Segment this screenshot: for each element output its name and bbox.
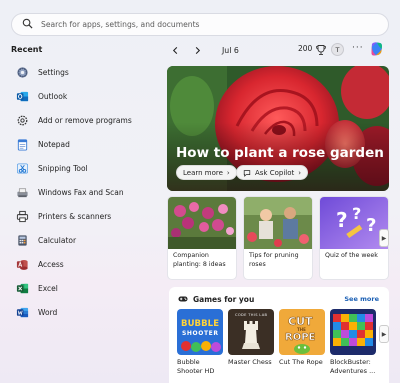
next-day-button[interactable]	[190, 43, 204, 57]
svg-text:ROPE: ROPE	[285, 332, 316, 343]
previous-day-button[interactable]	[168, 43, 182, 57]
recent-item-label: Printers & scanners	[38, 211, 112, 221]
notepad-icon	[16, 138, 29, 151]
search-icon	[22, 18, 33, 31]
card-caption: Quiz of the week	[325, 252, 378, 259]
scissors-icon	[16, 162, 29, 175]
chevron-right-icon: ›	[226, 168, 230, 177]
recent-item-label: Windows Fax and Scan	[38, 187, 124, 197]
recent-item-excel[interactable]: Excel	[11, 276, 161, 300]
chevron-right-icon: ›	[298, 168, 302, 177]
see-more-link[interactable]: See more	[344, 295, 379, 303]
game-title: Master Chess	[228, 358, 272, 366]
search-input[interactable]	[41, 20, 371, 29]
games-scroll-right-button[interactable]: ▶	[379, 325, 389, 343]
svg-text:SHOOTER: SHOOTER	[182, 330, 218, 337]
gardeners-photo	[244, 197, 312, 249]
avatar[interactable]: T	[331, 43, 344, 56]
recent-item-notepad[interactable]: Notepad	[11, 132, 161, 156]
recent-item-label: Word	[38, 307, 58, 317]
recent-item-printers-scanners[interactable]: Printers & scanners	[11, 204, 161, 228]
game-bubble-shooter[interactable]: BUBBLE SHOOTER Bubble Shooter HD	[177, 309, 223, 375]
bubble-shooter-thumb-text: BUBBLE	[181, 319, 219, 329]
recent-heading: Recent	[11, 45, 43, 54]
printer-icon	[16, 210, 29, 223]
more-options-button[interactable]: ···	[352, 43, 364, 53]
recent-item-access[interactable]: Access	[11, 252, 161, 276]
hero-title: How to plant a rose garden	[176, 145, 384, 161]
svg-text:?: ?	[366, 215, 376, 236]
hero-card-rose-garden[interactable]: How to plant a rose garden Learn more › …	[167, 66, 389, 191]
ask-copilot-label: Ask Copilot	[255, 168, 295, 177]
trophy-icon[interactable]	[315, 44, 327, 56]
svg-text:?: ?	[352, 204, 361, 223]
recent-item-label: Notepad	[38, 139, 70, 149]
svg-text:?: ?	[336, 208, 348, 232]
gear-outline-icon	[16, 114, 29, 127]
recent-item-settings[interactable]: Settings	[11, 60, 161, 84]
recent-item-label: Excel	[38, 283, 58, 293]
game-title: Cut The Rope	[279, 358, 323, 366]
search-box[interactable]	[11, 13, 389, 36]
card-companion-planting[interactable]: Companion planting: 8 ideas	[167, 196, 237, 280]
outlook-icon	[16, 90, 29, 103]
recent-app-list: Settings Outlook Add or remove programs …	[11, 60, 161, 324]
chat-icon	[243, 169, 251, 177]
bubble-shooter-thumbnail: BUBBLE SHOOTER	[177, 309, 223, 355]
chevron-right-icon	[195, 46, 200, 54]
recent-item-outlook[interactable]: Outlook	[11, 84, 161, 108]
card-caption: Companion planting: 8 ideas	[173, 252, 226, 268]
word-icon	[16, 306, 29, 319]
gamepad-icon	[178, 296, 188, 302]
cards-scroll-right-button[interactable]: ▶	[379, 229, 389, 247]
fax-icon	[16, 186, 29, 199]
recent-item-snipping-tool[interactable]: Snipping Tool	[11, 156, 161, 180]
blockbuster-thumbnail	[330, 309, 376, 355]
recent-item-add-remove-programs[interactable]: Add or remove programs	[11, 108, 161, 132]
game-blockbuster[interactable]: BlockBuster: Adventures ...	[330, 309, 376, 375]
game-title: Bubble Shooter HD	[177, 358, 215, 375]
learn-more-button[interactable]: Learn more ›	[176, 165, 237, 180]
feed-cards: Companion planting: 8 ideas Tips for pru…	[167, 196, 389, 280]
games-panel: Games for you See more BUBBLE SHOOTER Bu…	[169, 287, 389, 383]
card-pruning-roses[interactable]: Tips for pruning roses	[243, 196, 313, 280]
chevron-left-icon	[172, 46, 177, 54]
recent-item-label: Settings	[38, 67, 69, 77]
feed-date: Jul 6	[222, 45, 239, 55]
learn-more-label: Learn more	[183, 168, 223, 177]
card-caption: Tips for pruning roses	[249, 252, 299, 268]
game-cut-the-rope[interactable]: CUT THE ROPE Cut The Rope	[279, 309, 325, 367]
svg-text:CODE THIS LAB: CODE THIS LAB	[235, 313, 268, 317]
feed-header: Jul 6 200 T ···	[168, 40, 390, 60]
recent-item-label: Outlook	[38, 91, 68, 101]
flowers-photo	[168, 197, 236, 249]
recent-item-label: Access	[38, 259, 64, 269]
copilot-icon[interactable]	[369, 41, 385, 57]
recent-item-label: Snipping Tool	[38, 163, 88, 173]
recent-item-label: Calculator	[38, 235, 77, 245]
recent-item-fax-and-scan[interactable]: Windows Fax and Scan	[11, 180, 161, 204]
gear-icon	[16, 66, 29, 79]
master-chess-thumbnail: CODE THIS LAB	[228, 309, 274, 355]
game-title: BlockBuster: Adventures ...	[330, 358, 376, 375]
games-title: Games for you	[193, 294, 255, 304]
game-master-chess[interactable]: CODE THIS LAB Master Chess	[228, 309, 274, 367]
recent-item-label: Add or remove programs	[38, 115, 132, 125]
access-icon	[16, 258, 29, 271]
recent-item-calculator[interactable]: Calculator	[11, 228, 161, 252]
ask-copilot-button[interactable]: Ask Copilot ›	[236, 165, 309, 180]
cut-the-rope-thumbnail: CUT THE ROPE	[279, 309, 325, 355]
rewards-points[interactable]: 200	[298, 44, 312, 53]
recent-item-word[interactable]: Word	[11, 300, 161, 324]
excel-icon	[16, 282, 29, 295]
calculator-icon	[16, 234, 29, 247]
